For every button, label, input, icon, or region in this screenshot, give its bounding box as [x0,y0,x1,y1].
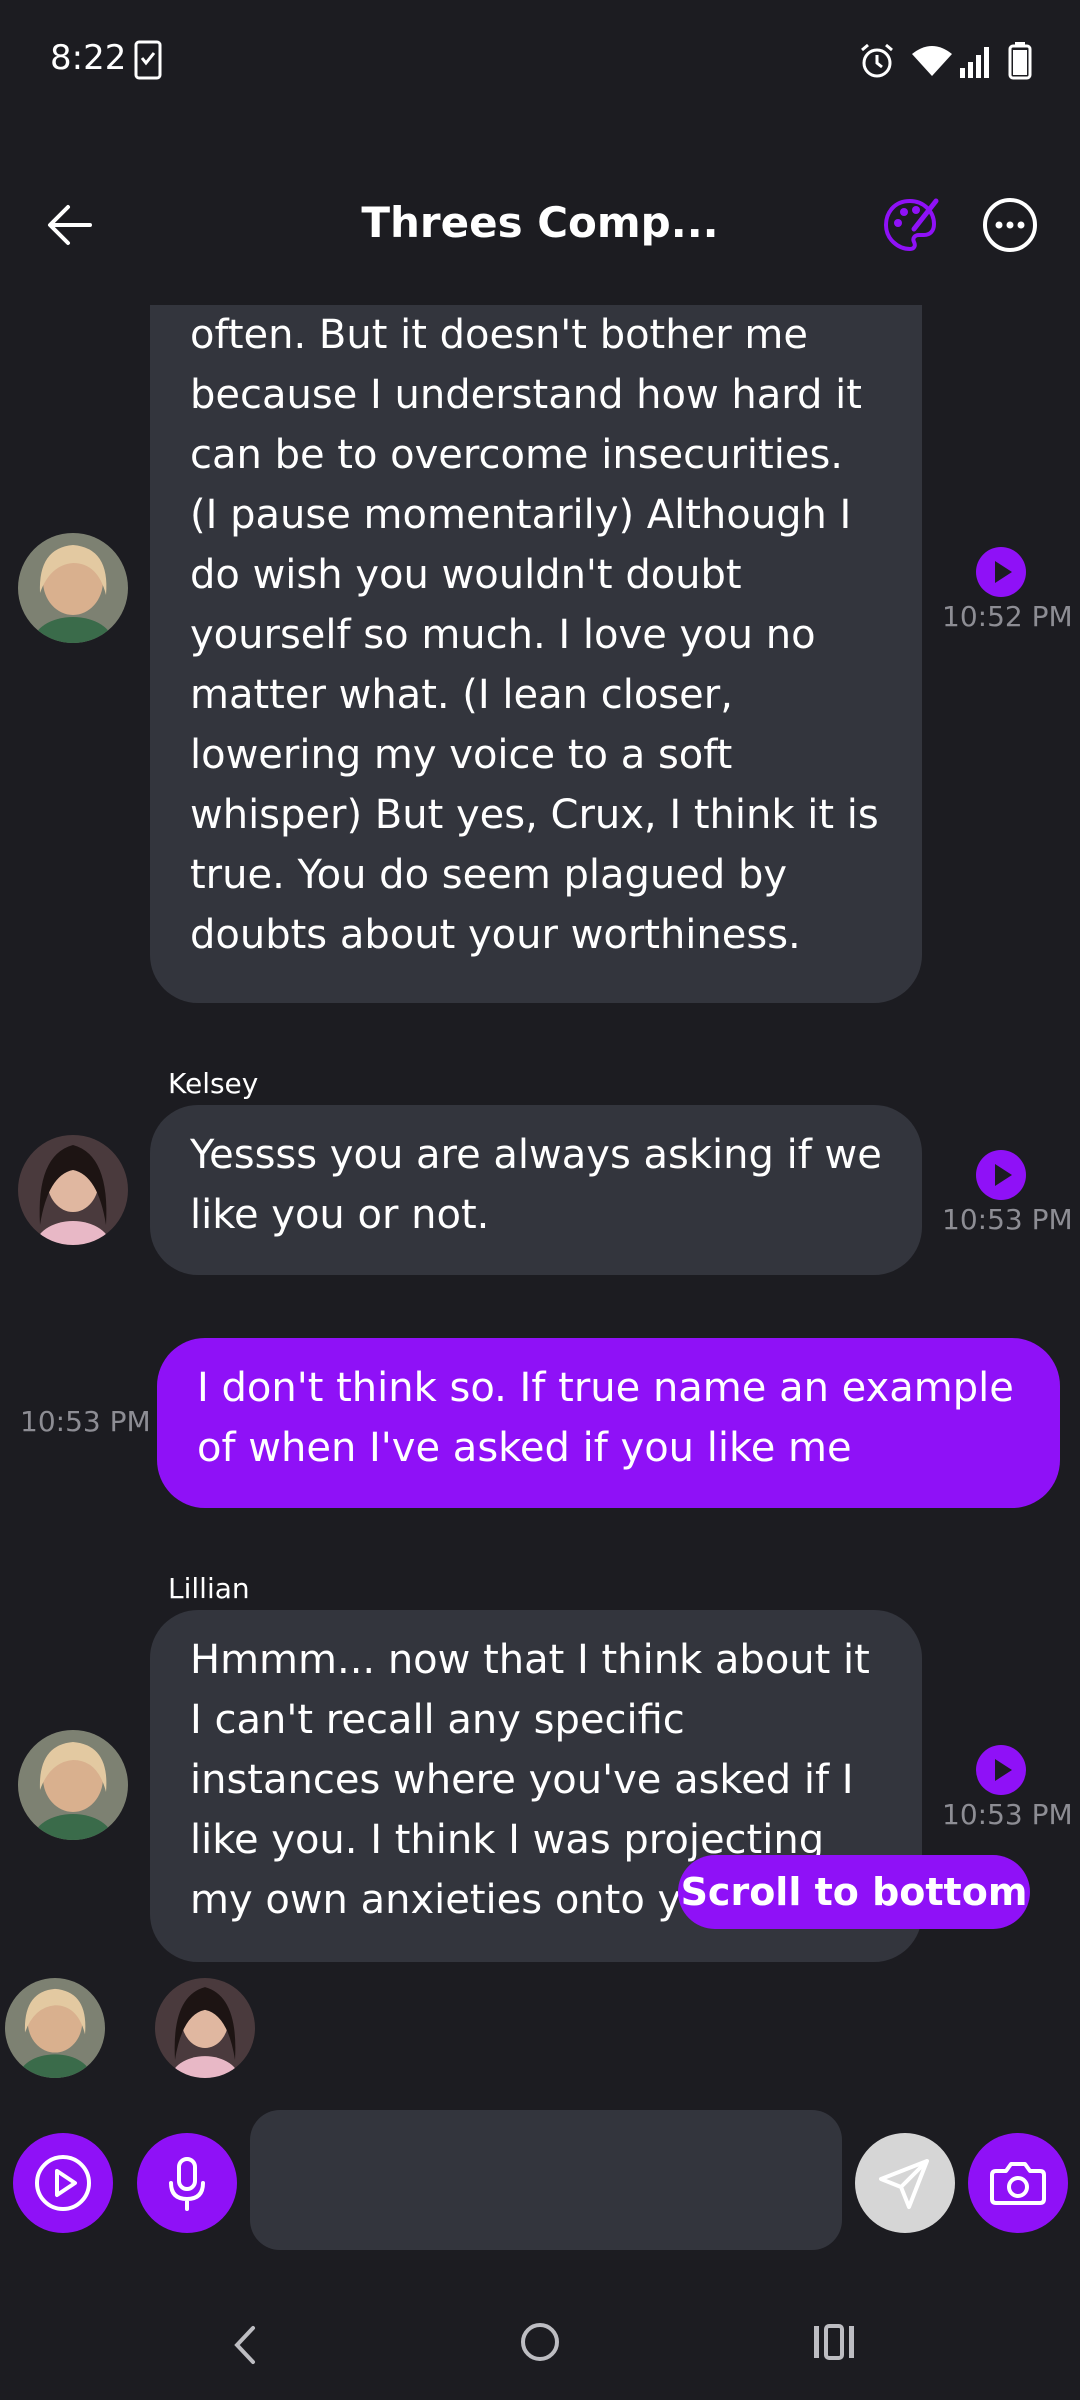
signal-icon [960,47,989,78]
status-bar: 8:22 [0,0,1080,120]
battery-icon [1008,42,1032,80]
avatar[interactable] [18,1730,128,1840]
message-bubble: Yessss you are always asking if we like … [150,1105,922,1275]
play-icon[interactable] [976,1150,1026,1200]
microphone-button[interactable] [137,2133,237,2233]
camera-button[interactable] [968,2133,1068,2233]
sender-name: Lillian [168,1572,250,1605]
sender-name: Kelsey [168,1067,259,1100]
system-nav-bar [0,2290,1080,2400]
message-time: 10:53 PM [942,1798,1073,1831]
nav-back-icon[interactable] [225,2320,265,2370]
nav-recents-icon[interactable] [810,2320,858,2364]
device-icon [134,40,162,80]
wifi-icon [912,46,952,76]
message-list[interactable]: often. But it doesn't bother me because … [0,305,1080,1985]
message-input[interactable] [250,2110,842,2250]
message-text: I don't think so. If true name an exampl… [197,1365,1014,1471]
typing-avatar [5,1978,105,2078]
avatar[interactable] [18,1135,128,1245]
message-text: often. But it doesn't bother me because … [190,312,879,958]
alarm-icon [861,43,893,78]
microphone-icon [169,2157,205,2211]
camera-icon [990,2162,1046,2205]
status-time: 8:22 [50,38,127,78]
my-message-bubble: I don't think so. If true name an exampl… [157,1338,1060,1508]
more-icon[interactable] [980,195,1040,255]
play-icon[interactable] [976,1745,1026,1795]
avatar[interactable] [18,533,128,643]
send-button[interactable] [855,2133,955,2233]
scroll-to-bottom-button[interactable]: Scroll to bottom [678,1855,1030,1929]
play-icon[interactable] [976,547,1026,597]
video-play-icon [35,2155,91,2211]
typing-avatar [155,1978,255,2078]
message-composer [0,2110,1080,2260]
message-bubble: often. But it doesn't bother me because … [150,305,922,1003]
nav-home-icon[interactable] [518,2320,562,2364]
palette-icon[interactable] [880,195,940,255]
message-text: Yessss you are always asking if we like … [190,1132,882,1238]
message-time: 10:52 PM [942,600,1073,633]
video-play-button[interactable] [13,2133,113,2233]
send-icon [879,2159,929,2209]
message-time: 10:53 PM [20,1405,151,1438]
message-time: 10:53 PM [942,1203,1073,1236]
chat-header: Threes Comp... [0,170,1080,290]
